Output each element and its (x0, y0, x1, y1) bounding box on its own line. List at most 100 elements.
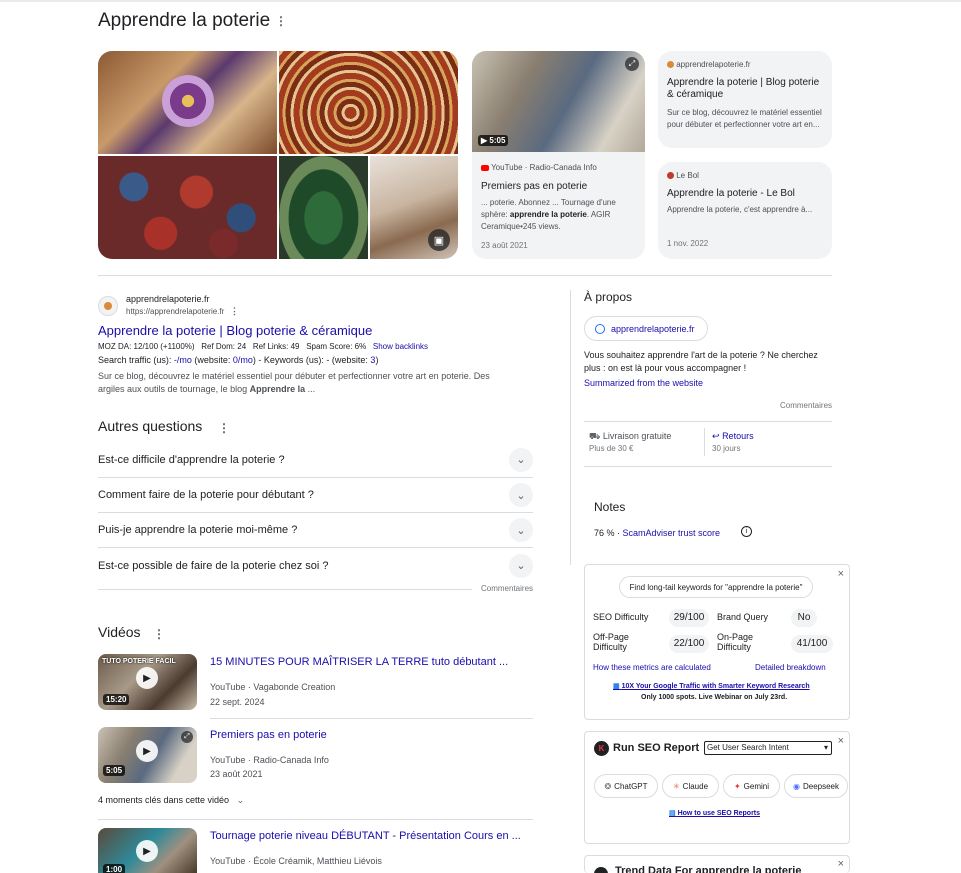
video-card-date: 23 août 2021 (481, 241, 528, 250)
promo-subtext: Only 1000 spots. Live Webinar on July 23… (641, 694, 788, 701)
brand-query-label: Brand Query (717, 612, 769, 622)
calendar-icon: ▦ (613, 683, 620, 690)
video-card-thumbnail[interactable]: ▶ 5:05 ⤢ (472, 51, 645, 152)
onpage-value: 41/100 (791, 635, 833, 653)
video-card[interactable]: ▶ 5:05 ⤢ YouTube · Radio-Canada Info Pre… (472, 51, 645, 259)
video-divider (210, 718, 533, 719)
video-card-duration: ▶ 5:05 (478, 135, 509, 146)
play-icon[interactable]: ▶ (136, 740, 158, 762)
gemini-button[interactable]: ✦ Gemini (723, 774, 780, 798)
returns-sub: 30 jours (712, 444, 741, 453)
report-type-select[interactable]: Get User Search Intent ▾ (704, 741, 832, 755)
questions-more-icon[interactable]: ⋮ (218, 421, 230, 435)
video-card-snippet: ... poterie. Abonnez ... Tournage d'une … (481, 198, 616, 231)
gemini-icon: ✦ (733, 781, 741, 791)
video-card-title[interactable]: Premiers pas en poterie (481, 181, 587, 192)
question-item[interactable]: Puis-je apprendre la poterie moi-même ? ⌄ (98, 513, 533, 548)
play-icon[interactable]: ▶ (136, 667, 158, 689)
book-icon: ▤ (669, 810, 676, 817)
claude-button[interactable]: ✳ Claude (662, 774, 719, 798)
more-options-icon[interactable]: ⋮ (275, 14, 287, 28)
expand-icon[interactable]: ⤢ (181, 731, 193, 743)
find-keywords-button[interactable]: Find long-tail keywords for "apprendre l… (619, 576, 813, 598)
image-painted-plates[interactable] (279, 51, 458, 154)
shipping-sub: Plus de 30 € (589, 444, 634, 453)
image-teapots[interactable] (98, 156, 277, 259)
about-site-chip[interactable]: apprendrelapoterie.fr (584, 316, 708, 341)
chatgpt-button[interactable]: ❂ ChatGPT (594, 774, 658, 798)
chevron-down-icon[interactable]: ⌄ (509, 553, 533, 578)
key-moments-toggle[interactable]: 4 moments clés dans cette vidéo ⌄ (98, 795, 244, 806)
chevron-down-icon: ▾ (823, 743, 828, 752)
videos-more-icon[interactable]: ⋮ (153, 627, 165, 641)
result-site-name: apprendrelapoterie.fr (126, 294, 210, 304)
deepseek-button[interactable]: ◉ Deepseek (784, 774, 848, 798)
video-thumbnail[interactable]: TUTO POTERIE FACIL ▶ 15:20 (98, 654, 197, 710)
chevron-down-icon[interactable]: ⌄ (509, 483, 533, 507)
detailed-breakdown-link[interactable]: Detailed breakdown (755, 663, 826, 672)
expand-icon[interactable]: ⤢ (625, 57, 639, 71)
result-url[interactable]: https://apprendrelapoterie.fr (126, 307, 224, 316)
about-title: À propos (584, 290, 633, 304)
site-card-1[interactable]: apprendrelapoterie.fr Apprendre la poter… (658, 51, 832, 148)
question-item[interactable]: Est-ce difficile d'apprendre la poterie … (98, 442, 533, 478)
column-divider (570, 290, 571, 565)
questions-feedback-link[interactable]: Commentaires (481, 584, 533, 593)
returns-link[interactable]: ↩ Retours (712, 431, 754, 442)
chatgpt-icon: ❂ (604, 781, 612, 791)
globe-icon (595, 323, 605, 334)
trust-score: 76 % · ScamAdviser trust score (594, 528, 721, 538)
site-card-1-snippet: Sur ce blog, découvrez le matériel essen… (667, 108, 822, 129)
trend-logo-icon (594, 867, 608, 873)
chevron-down-icon[interactable]: ⌄ (509, 518, 533, 542)
image-green-leaf-bowl[interactable] (279, 156, 368, 259)
promo-link[interactable]: ▦ 10X Your Google Traffic with Smarter K… (613, 682, 810, 690)
image-collage[interactable]: ▣ (98, 51, 458, 259)
video-title-link[interactable]: Tournage poterie niveau DÉBUTANT - Prése… (210, 830, 521, 842)
video-duration: 15:20 (103, 694, 130, 705)
video-duration: 5:05 (103, 765, 126, 776)
image-gallery-icon[interactable]: ▣ (428, 229, 450, 251)
video-card-source: YouTube · Radio-Canada Info (481, 163, 597, 172)
close-icon[interactable]: × (838, 735, 844, 747)
chevron-down-icon[interactable]: ⌄ (509, 447, 533, 472)
video-date: 23 août 2021 (210, 769, 263, 779)
claude-icon: ✳ (672, 781, 680, 791)
close-icon[interactable]: × (838, 568, 844, 580)
site-card-2-title[interactable]: Apprendre la poterie - Le Bol (667, 188, 825, 199)
close-icon[interactable]: × (838, 858, 844, 870)
video-title-link[interactable]: Premiers pas en poterie (210, 729, 327, 741)
report-title: Run SEO Report (613, 742, 700, 754)
moz-metrics: MOZ DA: 12/100 (+1100%) Ref Dom: 24 Ref … (98, 342, 429, 351)
result-more-icon[interactable]: ⋮ (230, 306, 239, 317)
scamadviser-link[interactable]: ScamAdviser trust score (623, 528, 721, 538)
offpage-value: 22/100 (669, 635, 709, 653)
summarized-link[interactable]: Summarized from the website (584, 378, 703, 388)
video-source: YouTube · Radio-Canada Info (210, 755, 329, 765)
info-icon[interactable]: i (741, 526, 752, 537)
site-favicon (667, 172, 674, 180)
question-item[interactable]: Est-ce possible de faire de la poterie c… (98, 548, 533, 583)
question-item[interactable]: Comment faire de la poterie pour débutan… (98, 478, 533, 513)
truck-icon: ⛟ (589, 431, 601, 441)
onpage-label: On-Page Difficulty (717, 632, 754, 652)
video-title-link[interactable]: 15 MINUTES POUR MAÎTRISER LA TERRE tuto … (210, 656, 508, 668)
site-card-1-title[interactable]: Apprendre la poterie | Blog poterie & cé… (667, 77, 825, 101)
site-card-2[interactable]: Le Bol Apprendre la poterie - Le Bol App… (658, 162, 832, 259)
how-to-reports-link[interactable]: ▤ How to use SEO Reports (669, 809, 760, 817)
offpage-label: Off-Page Difficulty (593, 632, 629, 652)
search-traffic: Search traffic (us): -/mo (website: 0/mo… (98, 355, 379, 365)
video-thumbnail[interactable]: ▶ 1:00 (98, 828, 197, 873)
image-hands-clay[interactable]: ▣ (370, 156, 458, 259)
about-feedback-link[interactable]: Commentaires (780, 401, 832, 410)
image-lotus-bowls[interactable] (98, 51, 277, 154)
play-icon[interactable]: ▶ (136, 840, 158, 862)
site-card-2-date: 1 nov. 2022 (667, 239, 709, 248)
videos-title: Vidéos (98, 624, 141, 640)
result-title-link[interactable]: Apprendre la poterie | Blog poterie & cé… (98, 323, 372, 338)
video-thumbnail[interactable]: ▶ 5:05 ⤢ (98, 727, 197, 783)
how-metrics-link[interactable]: How these metrics are calculated (593, 663, 711, 672)
site-card-2-source: Le Bol (667, 171, 699, 180)
show-backlinks-link[interactable]: Show backlinks (373, 342, 428, 351)
seo-difficulty-value: 29/100 (669, 609, 709, 627)
